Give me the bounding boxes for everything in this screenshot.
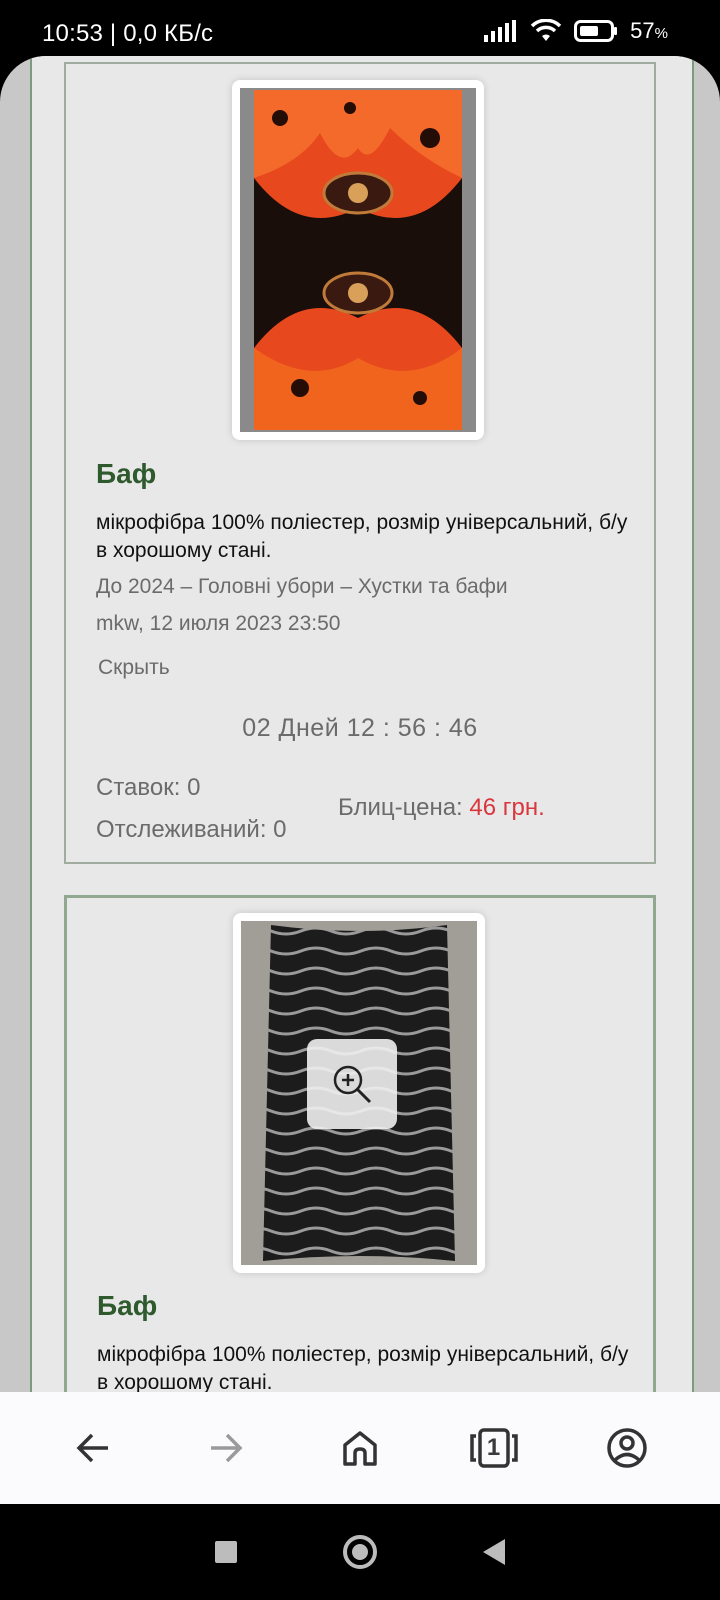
battery-icon — [574, 20, 618, 42]
item-photo-frame[interactable] — [233, 913, 485, 1273]
listing-card: Баф мікрофібра 100% поліестер, розмір ун… — [64, 62, 656, 864]
auction-timer: 02 Дней 12 : 56 : 46 — [242, 714, 478, 742]
signal-icon — [484, 20, 517, 42]
item-photo[interactable] — [240, 88, 476, 432]
web-content[interactable]: Баф мікрофібра 100% поліестер, розмір ун… — [0, 56, 720, 1392]
wifi-icon — [530, 19, 562, 41]
system-home-button[interactable] — [343, 1535, 377, 1569]
item-description: мікрофібра 100% поліестер, розмір універ… — [96, 511, 628, 562]
blitz-price: Блиц-цена: 46 грн. — [338, 794, 545, 822]
zoom-button[interactable] — [307, 1039, 397, 1129]
forward-arrow-icon — [211, 1433, 243, 1463]
item-title[interactable]: Баф — [96, 458, 156, 490]
blitz-price-label: Блиц-цена: — [338, 794, 463, 821]
status-icons: 57% — [484, 18, 668, 44]
item-description: мікрофібра 100% поліестер, розмір універ… — [97, 1343, 629, 1392]
battery-percent: 57% — [630, 18, 668, 43]
item-title[interactable]: Баф — [97, 1290, 157, 1322]
back-button[interactable] — [65, 1420, 121, 1476]
tabs-count: 1 — [486, 1434, 501, 1461]
item-seller-date: mkw, 12 июля 2023 23:50 — [96, 612, 341, 635]
back-arrow-icon — [76, 1433, 108, 1463]
zoom-in-icon — [333, 1065, 372, 1104]
watchers-count: Отслеживаний: 0 — [96, 816, 287, 843]
account-icon — [607, 1428, 647, 1468]
recent-apps-button[interactable] — [215, 1541, 237, 1563]
listing-card: Баф мікрофібра 100% поліестер, розмір ун… — [64, 895, 656, 1392]
blitz-price-value: 46 грн. — [469, 794, 545, 821]
listing-container: Баф мікрофібра 100% поліестер, розмір ун… — [30, 56, 694, 1392]
home-icon — [343, 1431, 377, 1466]
browser-toolbar: 1 — [0, 1392, 720, 1504]
tabs-button[interactable]: 1 — [466, 1420, 522, 1476]
item-photo-frame[interactable] — [232, 80, 484, 440]
account-button[interactable] — [599, 1420, 655, 1476]
forward-button[interactable] — [198, 1420, 254, 1476]
tabs-icon: 1 — [469, 1428, 518, 1468]
system-back-button[interactable] — [483, 1539, 505, 1565]
status-time: 10:53 | 0,0 КБ/с — [42, 20, 214, 47]
bids-count: Ставок: 0 — [96, 774, 201, 801]
hide-link[interactable]: Скрыть — [98, 656, 170, 680]
home-button[interactable] — [332, 1420, 388, 1476]
item-category[interactable]: До 2024 – Головні убори – Хустки та бафи — [96, 575, 508, 599]
system-navigation-bar — [0, 1504, 720, 1600]
